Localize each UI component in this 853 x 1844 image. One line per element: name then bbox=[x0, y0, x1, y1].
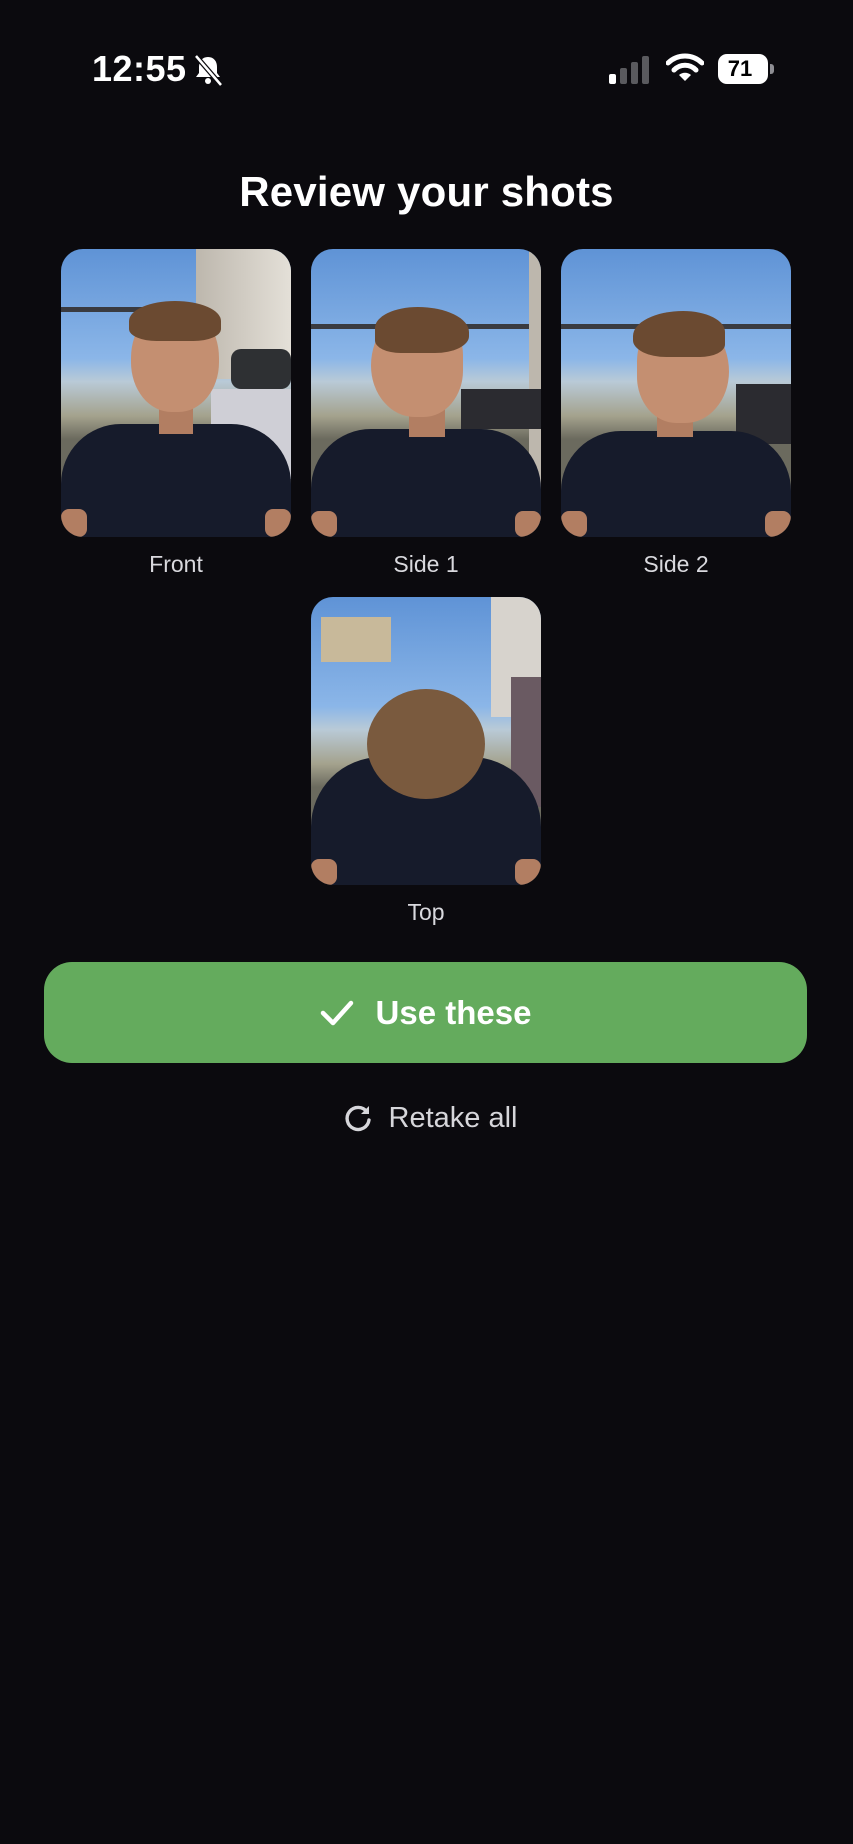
shot-side-2[interactable]: Side 2 bbox=[561, 249, 791, 578]
signal-icon bbox=[609, 56, 649, 84]
status-bar: 12:55 71 bbox=[0, 0, 853, 140]
refresh-icon bbox=[344, 1105, 371, 1132]
shot-label: Front bbox=[149, 551, 203, 577]
battery-icon: 71 bbox=[718, 54, 774, 84]
wifi-icon bbox=[666, 53, 704, 81]
side-1-photo[interactable] bbox=[311, 249, 541, 537]
front-photo[interactable] bbox=[61, 249, 291, 537]
retake-all-label: Retake all bbox=[388, 1101, 518, 1134]
retake-all-button[interactable]: Retake all bbox=[330, 1096, 530, 1140]
top-photo[interactable] bbox=[311, 597, 541, 885]
use-these-button[interactable]: Use these bbox=[44, 962, 807, 1063]
shot-label: Side 1 bbox=[393, 551, 459, 577]
bell-slash-icon bbox=[194, 54, 223, 87]
shot-top[interactable]: Top bbox=[311, 597, 541, 926]
page-title: Review your shots bbox=[239, 168, 614, 215]
shot-side-1[interactable]: Side 1 bbox=[311, 249, 541, 578]
side-2-photo[interactable] bbox=[561, 249, 791, 537]
shot-label: Top bbox=[407, 899, 445, 925]
battery-level: 71 bbox=[727, 56, 753, 81]
status-time: 12:55 bbox=[92, 48, 187, 89]
shot-label: Side 2 bbox=[643, 551, 709, 577]
shot-front[interactable]: Front bbox=[61, 249, 291, 578]
use-these-label: Use these bbox=[375, 993, 532, 1031]
checkmark-icon bbox=[320, 1000, 353, 1025]
